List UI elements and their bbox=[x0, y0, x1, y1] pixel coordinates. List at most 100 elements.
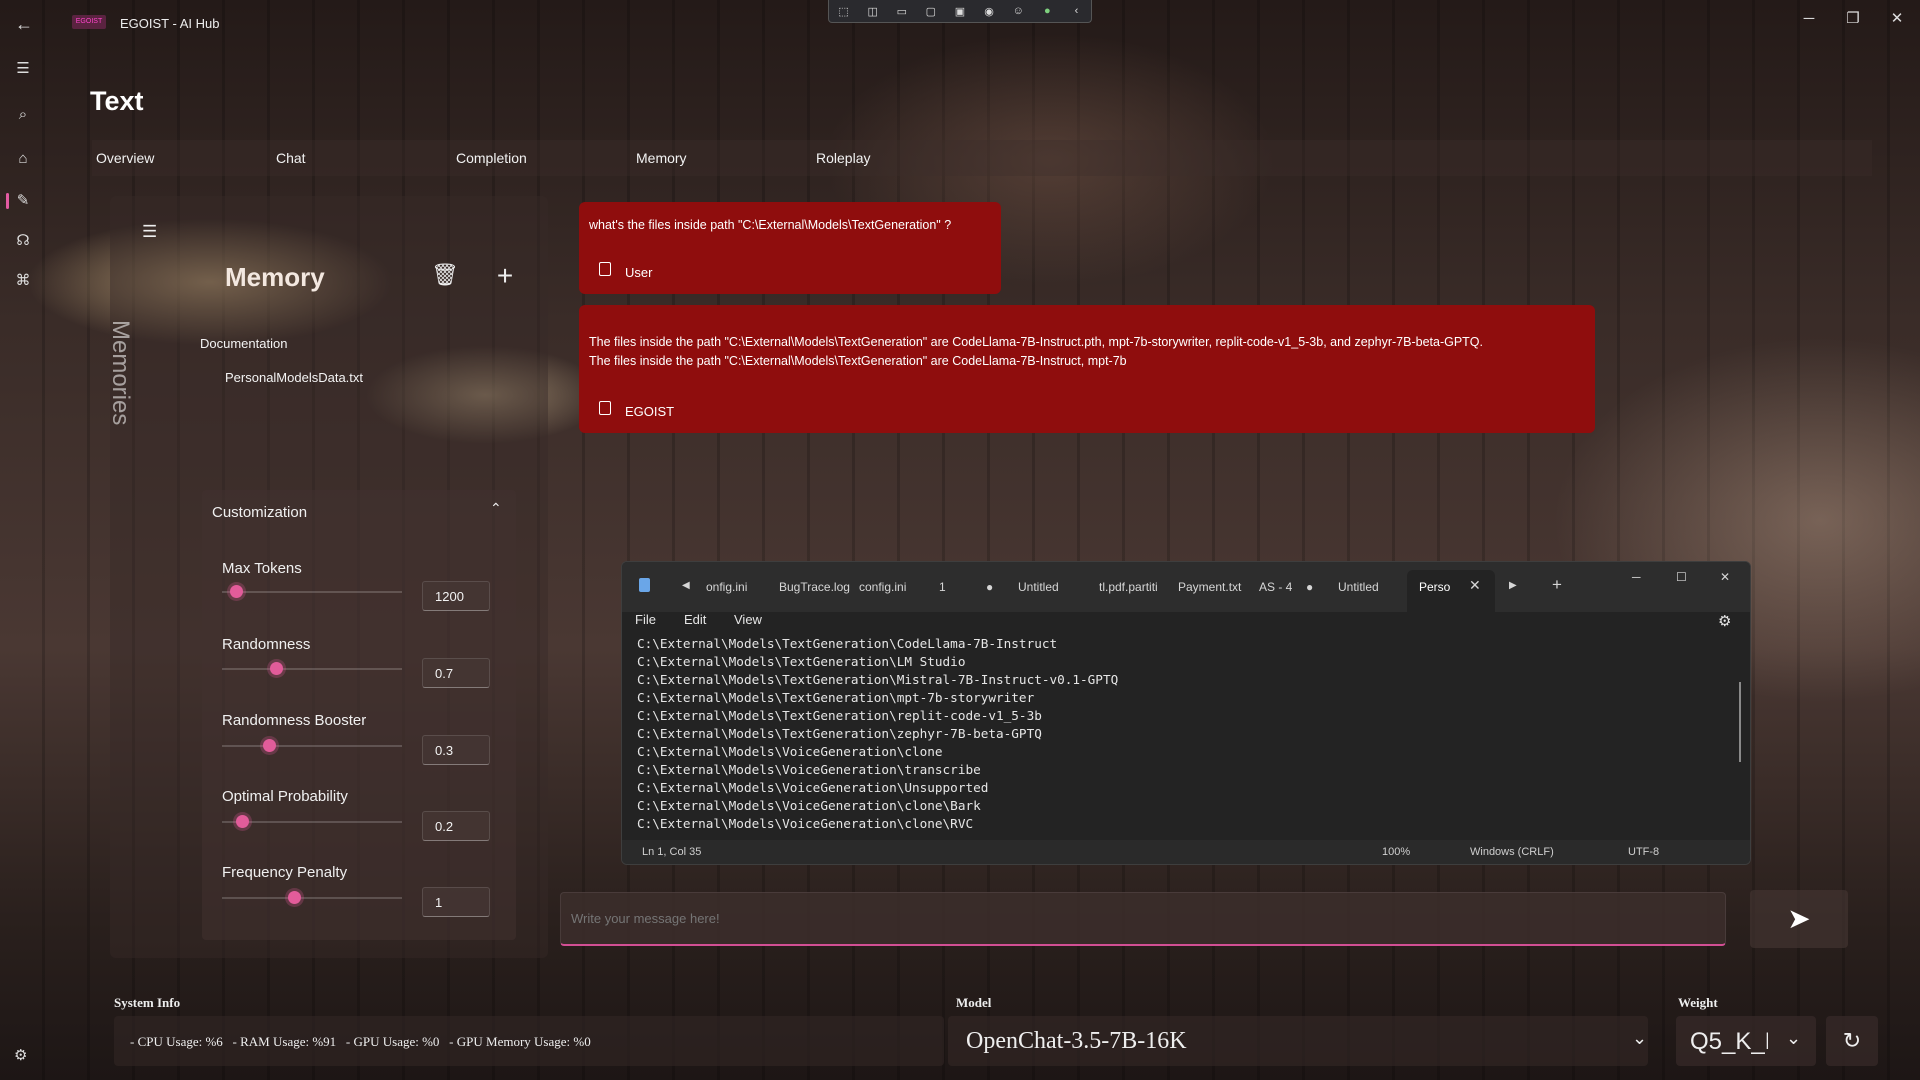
notepad-tab[interactable]: Untitled bbox=[1018, 580, 1059, 594]
add-memory-button[interactable]: + bbox=[490, 262, 520, 292]
customization-header[interactable]: Customization bbox=[212, 504, 307, 521]
new-tab-icon[interactable]: + bbox=[1552, 575, 1562, 595]
message-line: The files inside the path "C:\External\M… bbox=[589, 335, 1484, 349]
menu-file[interactable]: File bbox=[635, 612, 656, 627]
param-label-randomness-booster: Randomness Booster bbox=[222, 712, 367, 729]
chevron-down-icon[interactable]: ⌄ bbox=[1632, 1028, 1647, 1049]
weight-value[interactable]: Q5_K_M bbox=[1690, 1028, 1768, 1056]
headphones-icon[interactable]: ☊ bbox=[10, 228, 36, 254]
randomness-input[interactable]: 0.7 bbox=[422, 658, 490, 688]
tab-memory[interactable]: Memory bbox=[636, 150, 687, 166]
chevron-down-icon[interactable]: ⌄ bbox=[1786, 1028, 1801, 1049]
tab-overview[interactable]: Overview bbox=[96, 150, 154, 166]
text-line: C:\External\Models\TextGeneration\LM Stu… bbox=[637, 654, 966, 669]
max-tokens-slider[interactable] bbox=[222, 585, 402, 598]
page-title: Text bbox=[90, 86, 144, 116]
menu-view[interactable]: View bbox=[734, 612, 762, 627]
notepad-tab[interactable]: onfig.ini bbox=[706, 580, 747, 594]
slider-thumb[interactable] bbox=[235, 815, 249, 828]
tab-roleplay[interactable]: Roleplay bbox=[816, 150, 870, 166]
hamburger-menu-icon[interactable]: ☰ bbox=[10, 56, 36, 82]
menu-edit[interactable]: Edit bbox=[684, 612, 706, 627]
memory-file-item[interactable]: PersonalModelsData.txt bbox=[225, 370, 363, 385]
settings-gear-icon[interactable]: ⚙ bbox=[14, 1046, 27, 1064]
message-input[interactable] bbox=[560, 892, 1726, 946]
text-line: C:\External\Models\TextGeneration\Mistra… bbox=[637, 672, 1119, 687]
command-icon[interactable]: ⌘ bbox=[10, 268, 36, 294]
randomness-slider[interactable] bbox=[222, 662, 402, 675]
minimize-button[interactable]: ─ bbox=[1794, 6, 1824, 32]
collapse-icon[interactable]: ‹ bbox=[1067, 5, 1085, 17]
text-line: C:\External\Models\VoiceGeneration\clone… bbox=[637, 798, 981, 813]
system-info-text: - CPU Usage: %6 - RAM Usage: %91 - GPU U… bbox=[130, 1034, 591, 1049]
notepad-window: ◀ onfig.ini BugTrace.log config.ini 1 ● … bbox=[621, 561, 1751, 865]
slider-thumb[interactable] bbox=[262, 739, 276, 752]
line-ending: Windows (CRLF) bbox=[1470, 846, 1554, 858]
accessibility-icon[interactable]: ☺ bbox=[1009, 5, 1027, 17]
tab-completion[interactable]: Completion bbox=[456, 150, 527, 166]
message-line: The files inside the path "C:\External\M… bbox=[589, 353, 1127, 368]
text-generation-icon[interactable]: ✎ bbox=[10, 188, 36, 214]
reload-button[interactable]: ↻ bbox=[1826, 1016, 1878, 1066]
back-arrow-icon[interactable]: ← bbox=[12, 12, 36, 36]
notepad-tab[interactable]: BugTrace.log bbox=[779, 580, 850, 594]
notepad-tab[interactable]: AS - 4 bbox=[1259, 580, 1292, 594]
frequency-penalty-input[interactable]: 1 bbox=[422, 887, 490, 917]
frequency-penalty-slider[interactable] bbox=[222, 891, 402, 904]
model-value[interactable]: OpenChat-3.5-7B-16K bbox=[966, 1028, 1187, 1055]
message-author: EGOIST bbox=[625, 404, 675, 419]
maximize-button[interactable]: ❐ bbox=[1838, 6, 1868, 32]
window-icon[interactable]: ▢ bbox=[922, 5, 940, 18]
randomness-booster-input[interactable]: 0.3 bbox=[422, 735, 490, 765]
optimal-probability-input[interactable]: 0.2 bbox=[422, 811, 490, 841]
notepad-text-area[interactable]: C:\External\Models\TextGeneration\CodeLl… bbox=[637, 635, 1118, 833]
slider-thumb[interactable] bbox=[288, 891, 301, 904]
message-text: what's the files inside path "C:\Externa… bbox=[589, 218, 952, 232]
notepad-close-button[interactable]: ✕ bbox=[1720, 570, 1730, 584]
randomness-booster-slider[interactable] bbox=[222, 739, 402, 752]
check-icon[interactable]: ● bbox=[1038, 5, 1056, 17]
slider-thumb[interactable] bbox=[270, 662, 283, 675]
scroll-right-icon[interactable]: ▶ bbox=[1509, 580, 1517, 591]
chevron-up-icon[interactable]: ⌃ bbox=[490, 500, 502, 517]
delete-memory-button[interactable]: 🗑 bbox=[430, 262, 460, 292]
encoding: UTF-8 bbox=[1628, 846, 1660, 858]
home-icon[interactable]: ⌂ bbox=[10, 146, 36, 172]
cast-icon[interactable]: ▭ bbox=[893, 5, 911, 18]
notepad-tab[interactable]: tl.pdf.partiti bbox=[1099, 580, 1158, 594]
max-tokens-input[interactable]: 1200 bbox=[422, 581, 490, 611]
copy-icon[interactable] bbox=[599, 262, 611, 276]
notepad-scrollbar[interactable] bbox=[1739, 682, 1741, 762]
notepad-tab[interactable]: Perso bbox=[1419, 580, 1450, 594]
memories-vertical-label: Memories bbox=[107, 320, 134, 426]
tab-chat[interactable]: Chat bbox=[276, 150, 306, 166]
notepad-tab[interactable]: config.ini bbox=[859, 580, 906, 594]
system-toolbar: ⬚ ◫ ▭ ▢ ▣ ◉ ☺ ● ‹ bbox=[828, 0, 1092, 23]
text-line: C:\External\Models\TextGeneration\CodeLl… bbox=[637, 636, 1058, 651]
app-logo: EGOIST bbox=[72, 15, 106, 29]
select-icon[interactable]: ⬚ bbox=[835, 5, 853, 18]
close-tab-icon[interactable]: ✕ bbox=[1469, 577, 1481, 594]
send-button[interactable]: ➤ bbox=[1750, 890, 1848, 948]
scroll-left-icon[interactable]: ◀ bbox=[682, 580, 690, 591]
screen-icon[interactable]: ▣ bbox=[951, 5, 969, 18]
notepad-tab[interactable]: 1 bbox=[939, 580, 946, 594]
send-icon: ➤ bbox=[1787, 903, 1811, 934]
audio-icon[interactable]: ◉ bbox=[980, 5, 998, 18]
notepad-app-icon bbox=[639, 578, 650, 592]
optimal-probability-slider[interactable] bbox=[222, 815, 402, 828]
app-title: EGOIST - AI Hub bbox=[120, 16, 220, 31]
camera-icon[interactable]: ◫ bbox=[864, 5, 882, 18]
notepad-tab[interactable]: Untitled bbox=[1338, 580, 1379, 594]
cursor-position: Ln 1, Col 35 bbox=[642, 846, 702, 858]
copy-icon[interactable] bbox=[599, 401, 611, 415]
memory-folder-item[interactable]: Documentation bbox=[200, 336, 287, 351]
active-indicator bbox=[6, 193, 9, 209]
notepad-maximize-button[interactable]: ☐ bbox=[1676, 570, 1687, 584]
notepad-tab[interactable]: Payment.txt bbox=[1178, 580, 1241, 594]
notepad-settings-gear-icon[interactable]: ⚙ bbox=[1718, 612, 1731, 630]
search-icon[interactable]: ⌕ bbox=[10, 102, 36, 128]
notepad-minimize-button[interactable]: ─ bbox=[1632, 570, 1641, 584]
close-button[interactable]: ✕ bbox=[1882, 6, 1912, 32]
panel-menu-icon[interactable]: ☰ bbox=[142, 222, 157, 242]
